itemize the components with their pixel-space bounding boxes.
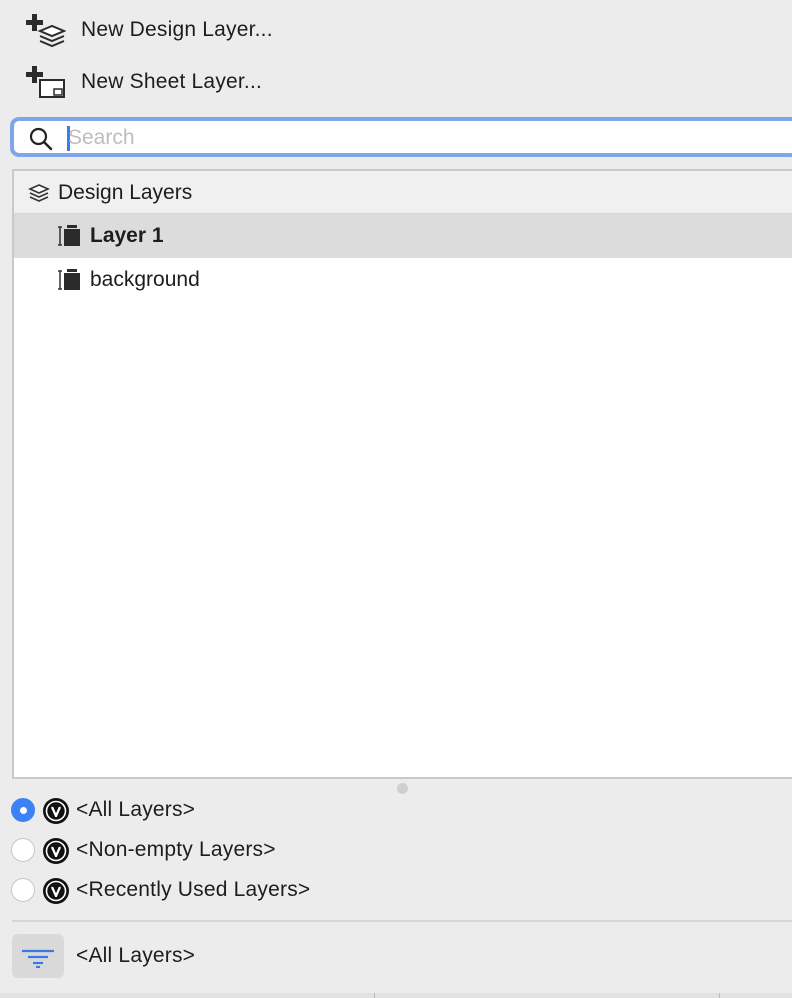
layer-name: Layer 1 — [90, 224, 164, 247]
filter-option-recently-used-layers[interactable]: <Recently Used Layers> — [11, 876, 511, 908]
filter-icon — [22, 949, 54, 968]
layer-row-background[interactable]: background — [14, 258, 792, 302]
new-design-layer-label: New Design Layer... — [81, 18, 273, 41]
design-layer-icon — [58, 268, 82, 292]
vectorworks-logo-icon — [42, 837, 70, 865]
layer-list[interactable]: Design Layers Layer 1 background — [12, 169, 792, 779]
edge-tick — [374, 993, 375, 998]
design-layers-group-header[interactable]: Design Layers — [14, 171, 792, 214]
divider — [12, 920, 792, 922]
filter-option-non-empty-layers[interactable]: <Non-empty Layers> — [11, 836, 511, 868]
window-bottom-edge — [0, 993, 792, 998]
vectorworks-logo-icon — [42, 797, 70, 825]
filter-button[interactable] — [12, 934, 64, 978]
search-input[interactable] — [64, 122, 788, 154]
resize-handle[interactable] — [397, 783, 408, 794]
add-design-layer-icon — [26, 14, 67, 48]
radio-button[interactable] — [11, 878, 35, 902]
search-icon — [28, 126, 54, 152]
new-design-layer-item[interactable]: New Design Layer... — [0, 8, 792, 52]
group-label: Design Layers — [58, 181, 193, 204]
filter-option-label: <All Layers> — [76, 798, 196, 821]
radio-button[interactable] — [11, 798, 35, 822]
new-sheet-layer-item[interactable]: New Sheet Layer... — [0, 60, 792, 104]
current-filter-label: <All Layers> — [76, 944, 196, 967]
vectorworks-logo-icon — [42, 877, 70, 905]
filter-option-label: <Non-empty Layers> — [76, 838, 276, 861]
add-sheet-layer-icon — [26, 66, 66, 100]
filter-option-all-layers[interactable]: <All Layers> — [11, 796, 511, 828]
design-layer-icon — [58, 224, 82, 248]
layer-row-layer-1[interactable]: Layer 1 — [14, 214, 792, 258]
new-sheet-layer-label: New Sheet Layer... — [81, 70, 263, 93]
filter-option-label: <Recently Used Layers> — [76, 878, 311, 901]
search-field[interactable] — [10, 117, 792, 157]
layers-stack-icon — [28, 182, 50, 204]
layer-name: background — [90, 268, 200, 291]
radio-button[interactable] — [11, 838, 35, 862]
edge-tick — [719, 993, 720, 998]
